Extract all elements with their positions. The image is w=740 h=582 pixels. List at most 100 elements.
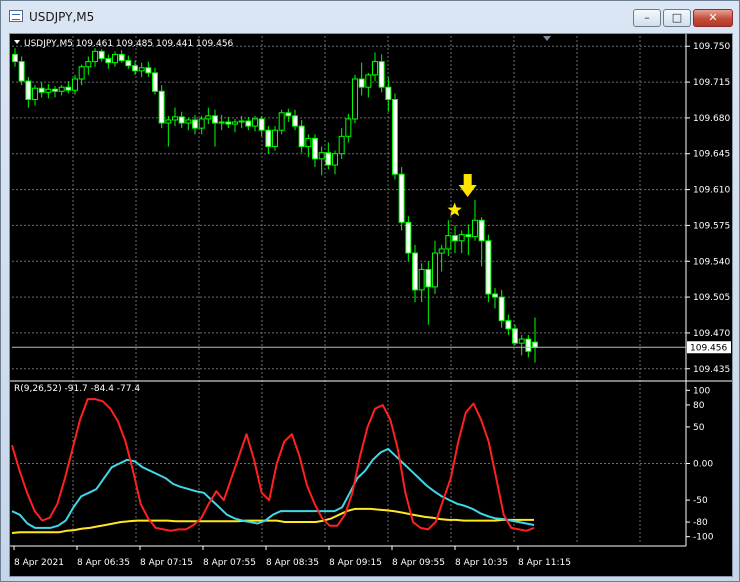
candle-body: [145, 67, 152, 74]
candle-body: [478, 219, 485, 242]
minimize-button[interactable]: –: [633, 9, 661, 27]
candle-body: [258, 118, 265, 131]
price-axis-label: 109.680: [693, 114, 730, 124]
candle-body: [398, 173, 405, 223]
chart-canvas[interactable]: 109.750 109.715 109.680 109.645 109.610 109.5…: [10, 34, 732, 576]
candle-body: [405, 221, 412, 254]
candle-body: [465, 234, 472, 238]
title-bar[interactable]: USDJPY,M5 – □ ✕: [1, 1, 739, 33]
time-axis-label: 8 Apr 08:35: [266, 558, 319, 568]
candle-body: [498, 296, 505, 322]
candle-body: [132, 65, 138, 72]
candle-body: [105, 58, 112, 64]
price-axis-label: 109.540: [693, 257, 730, 267]
price-axis-label: 109.750: [693, 42, 730, 52]
candle-body: [532, 341, 538, 348]
indicator-axis-label: -80: [693, 518, 708, 528]
candle-body: [372, 61, 378, 76]
chart-header-info: USDJPY,M5 109.461 109.485 109.441 109.45…: [24, 39, 234, 49]
candle-body: [352, 78, 358, 120]
price-axis-label: 109.470: [693, 329, 730, 339]
time-axis-label: 8 Apr 06:35: [77, 558, 130, 568]
candle-body: [72, 78, 78, 91]
chart-area[interactable]: 109.750 109.715 109.680 109.645 109.610 109.5…: [9, 33, 733, 577]
indicator-axis-label: -100: [693, 533, 714, 543]
candle-body: [318, 152, 325, 160]
candle-body: [378, 61, 385, 88]
candle-body: [312, 137, 318, 160]
candle-body: [58, 86, 65, 92]
time-axis-label: 8 Apr 11:15: [518, 558, 571, 568]
candle-body: [118, 53, 125, 62]
candle-body: [512, 328, 518, 344]
indicator-series-line: [11, 447, 535, 529]
candle-body: [278, 112, 285, 131]
candle-body: [425, 268, 432, 288]
candle-body: [305, 137, 312, 148]
candle-body: [218, 121, 225, 124]
candle-body: [158, 90, 165, 124]
candle-body: [38, 87, 45, 93]
candle-body: [525, 338, 532, 352]
time-axis-label: 8 Apr 10:35: [455, 558, 508, 568]
candle-body: [505, 320, 512, 330]
indicator-axis-label: -50: [693, 496, 708, 506]
candle-body: [192, 119, 198, 129]
candle-body: [445, 235, 452, 250]
candle-body: [252, 118, 258, 127]
chart-menu-triangle-icon[interactable]: [14, 40, 20, 44]
indicator-series-line: [11, 507, 534, 534]
time-axis-label: 8 Apr 07:55: [203, 558, 256, 568]
price-axis-label: 109.645: [693, 150, 730, 160]
price-axis-label: 109.505: [693, 293, 730, 303]
candle-body: [458, 234, 465, 242]
indicator-series-line: [11, 398, 535, 532]
chart-shift-marker-icon[interactable]: [543, 36, 551, 41]
candle-body: [125, 60, 132, 67]
candle-body: [52, 88, 58, 92]
indicator-label: R(9,26,52) -91.7 -84.4 -77.4: [14, 384, 140, 394]
candle-body: [392, 98, 398, 175]
candle-body: [452, 235, 458, 242]
candle-body: [345, 118, 352, 137]
candle-body: [438, 248, 445, 254]
time-axis-label: 8 Apr 2021: [14, 558, 64, 568]
candle-body: [18, 61, 25, 82]
candle-body: [485, 240, 492, 295]
candle-body: [365, 74, 372, 88]
candle-body: [185, 119, 192, 124]
indicator-axis-label: 0.00: [693, 460, 713, 470]
indicator-axis-label: 50: [693, 423, 705, 433]
candle-body: [152, 72, 158, 92]
candle-body: [412, 252, 418, 291]
price-axis-label: 109.435: [693, 365, 730, 375]
candle-body: [298, 125, 305, 148]
candle-body: [238, 120, 245, 123]
candle-body: [232, 121, 238, 125]
candle-body: [332, 153, 338, 166]
time-axis-label: 8 Apr 09:55: [392, 558, 445, 568]
time-axis-label: 8 Apr 07:15: [140, 558, 193, 568]
candle-body: [212, 115, 218, 124]
candle-body: [205, 115, 212, 120]
candle-body: [92, 50, 98, 63]
chart-window: USDJPY,M5 – □ ✕ 109.750 109.715 109.680 109…: [0, 0, 740, 582]
window-title: USDJPY,M5: [29, 10, 95, 24]
candle-body: [492, 293, 498, 298]
candle-body: [325, 152, 332, 166]
price-axis-label: 109.715: [693, 78, 730, 88]
current-price-label: 109.456: [690, 343, 727, 353]
close-button[interactable]: ✕: [693, 9, 733, 27]
candle-body: [225, 121, 232, 125]
down-arrow-icon: [458, 174, 477, 197]
candle-body: [112, 53, 118, 64]
indicator-axis-label: 80: [693, 401, 705, 411]
candle-body: [25, 80, 32, 100]
candle-body: [472, 219, 478, 238]
price-axis-label: 109.575: [693, 221, 730, 231]
maximize-button[interactable]: □: [663, 9, 691, 27]
star-icon: [447, 202, 462, 217]
price-axis-label: 109.610: [693, 186, 730, 196]
candle-body: [432, 252, 438, 288]
candle-body: [285, 112, 292, 117]
